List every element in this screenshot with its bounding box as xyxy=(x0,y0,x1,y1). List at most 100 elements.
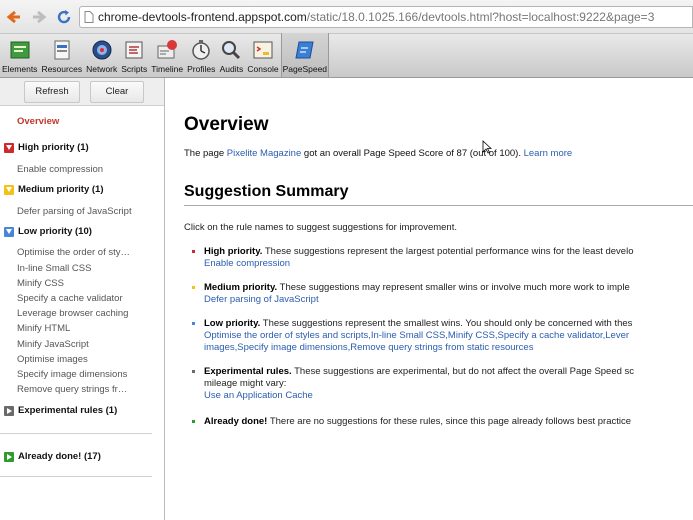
tab-network[interactable]: Network xyxy=(84,33,119,77)
profiles-icon xyxy=(192,40,210,60)
sidebar-item-low-3[interactable]: Specify a cache validator xyxy=(17,293,123,304)
audits-icon xyxy=(222,41,241,60)
pagespeed-icon xyxy=(295,41,314,59)
rule-high-text: These suggestions represent the largest … xyxy=(262,246,634,257)
sidebar-item-enable-compression[interactable]: Enable compression xyxy=(17,164,103,175)
bullet-icon xyxy=(192,250,195,253)
rule-experimental-link[interactable]: Use an Application Cache xyxy=(204,390,693,402)
rule-medium-head: Medium priority. xyxy=(204,282,278,293)
tab-network-label: Network xyxy=(86,64,118,74)
expand-right-icon xyxy=(4,451,14,462)
rule-low-links-2[interactable]: images,Specify image dimensions,Remove q… xyxy=(204,342,693,354)
expand-down-icon xyxy=(4,226,14,237)
rule-low-links-1[interactable]: Optimise the order of styles and scripts… xyxy=(204,330,693,342)
tab-console[interactable]: Console xyxy=(245,33,280,77)
tab-resources-label: Resources xyxy=(41,64,83,74)
url-path: /static/18.0.1025.166/devtools.html?host… xyxy=(306,9,655,24)
sidebar-divider xyxy=(0,476,152,477)
tab-pagespeed-label: PageSpeed xyxy=(282,64,328,74)
rule-done: Already done! There are no suggestions f… xyxy=(192,416,693,428)
sidebar-item-low-7[interactable]: Optimise images xyxy=(17,354,88,365)
page-icon xyxy=(84,10,94,23)
expand-right-icon xyxy=(4,405,14,416)
rule-high: High priority. These suggestions represe… xyxy=(192,246,693,270)
bullet-icon xyxy=(192,322,195,325)
sidebar-item-low-0[interactable]: Optimise the order of sty… xyxy=(17,247,130,258)
rule-low-text: These suggestions represent the smallest… xyxy=(260,318,633,329)
sidebar-group-done-label: Already done! (17) xyxy=(18,451,101,462)
sidebar-group-done[interactable]: Already done! (17) xyxy=(4,451,101,462)
sidebar-item-low-6[interactable]: Minify JavaScript xyxy=(17,339,89,350)
sidebar-item-low-9[interactable]: Remove query strings fr… xyxy=(17,384,127,395)
learn-more-link[interactable]: Learn more xyxy=(524,148,573,159)
sidebar-item-low-2[interactable]: Minify CSS xyxy=(17,278,64,289)
sidebar-item-overview[interactable]: Overview xyxy=(17,116,59,127)
sidebar-item-low-5[interactable]: Minify HTML xyxy=(17,323,70,334)
network-icon xyxy=(92,40,112,60)
url-host: chrome-devtools-frontend.appspot.com xyxy=(98,9,307,24)
rule-experimental-text: These suggestions are experimental, but … xyxy=(291,366,635,377)
sidebar-group-high[interactable]: High priority (1) xyxy=(4,142,89,153)
sidebar-group-experimental[interactable]: Experimental rules (1) xyxy=(4,405,117,416)
forward-arrow-icon xyxy=(33,10,47,23)
score-prefix: The page xyxy=(184,148,227,159)
sidebar-group-low[interactable]: Low priority (10) xyxy=(4,226,92,237)
sidebar-group-medium[interactable]: Medium priority (1) xyxy=(4,184,104,195)
rule-high-link[interactable]: Enable compression xyxy=(204,258,693,270)
console-icon xyxy=(253,41,273,59)
pagespeed-main-panel: Overview The page Pixelite Magazine got … xyxy=(166,78,693,520)
sidebar-group-high-label: High priority (1) xyxy=(18,142,89,153)
tab-resources[interactable]: Resources xyxy=(39,33,84,77)
expand-down-icon xyxy=(4,142,14,153)
tab-timeline-label: Timeline xyxy=(151,64,184,74)
rule-medium-text: These suggestions may represent smaller … xyxy=(277,282,630,293)
reload-icon xyxy=(57,9,71,23)
forward-button[interactable] xyxy=(28,6,50,28)
suggestion-summary-title: Suggestion Summary xyxy=(184,183,349,200)
clear-button[interactable]: Clear xyxy=(90,80,144,103)
mouse-cursor-icon xyxy=(482,140,492,154)
tab-audits[interactable]: Audits xyxy=(217,33,245,77)
tab-profiles-label: Profiles xyxy=(187,64,216,74)
elements-icon xyxy=(10,41,30,59)
rule-low-head: Low priority. xyxy=(204,318,261,329)
rule-medium: Medium priority. These suggestions may r… xyxy=(192,282,693,306)
tab-elements-label: Elements xyxy=(2,64,38,74)
sidebar-item-low-1[interactable]: In-line Small CSS xyxy=(17,263,91,274)
timeline-icon xyxy=(157,40,178,59)
page-title: Overview xyxy=(184,114,269,135)
url-input[interactable]: chrome-devtools-frontend.appspot.com/sta… xyxy=(79,5,693,28)
tab-scripts[interactable]: Scripts xyxy=(119,33,149,77)
sidebar-group-low-label: Low priority (10) xyxy=(18,226,92,237)
rule-low: Low priority. These suggestions represen… xyxy=(192,318,693,354)
resources-icon xyxy=(54,40,70,60)
tab-elements[interactable]: Elements xyxy=(0,33,39,77)
devtools-toolbar: Elements Resources Network Scripts Timel… xyxy=(0,33,693,78)
bullet-icon xyxy=(192,370,195,373)
expand-down-icon xyxy=(4,184,14,195)
rule-done-text: There are no suggestions for these rules… xyxy=(267,416,632,427)
browser-address-bar: chrome-devtools-frontend.appspot.com/sta… xyxy=(0,0,693,34)
tab-profiles[interactable]: Profiles xyxy=(185,33,217,77)
rule-experimental-text-2: mileage might vary: xyxy=(204,378,287,389)
reload-button[interactable] xyxy=(53,6,75,28)
rule-high-head: High priority. xyxy=(204,246,263,257)
sidebar-divider xyxy=(0,433,152,434)
sidebar-item-low-8[interactable]: Specify image dimensions xyxy=(17,369,127,380)
back-button[interactable] xyxy=(3,6,25,28)
score-summary: The page Pixelite Magazine got an overal… xyxy=(184,148,572,159)
sidebar-button-bar: Refresh Clear xyxy=(0,78,164,106)
sidebar-item-low-4[interactable]: Leverage browser caching xyxy=(17,308,128,319)
tab-timeline[interactable]: Timeline xyxy=(149,33,185,77)
page-link[interactable]: Pixelite Magazine xyxy=(227,148,301,159)
rule-experimental: Experimental rules. These suggestions ar… xyxy=(192,366,693,402)
sidebar-group-medium-label: Medium priority (1) xyxy=(18,184,104,195)
rule-medium-link[interactable]: Defer parsing of JavaScript xyxy=(204,294,693,306)
tab-pagespeed[interactable]: PageSpeed xyxy=(280,33,330,77)
refresh-button[interactable]: Refresh xyxy=(24,80,80,103)
rule-experimental-head: Experimental rules. xyxy=(204,366,292,377)
back-arrow-icon xyxy=(6,10,20,23)
rule-done-head: Already done! xyxy=(204,416,268,427)
pagespeed-sidebar: Refresh Clear Overview High priority (1)… xyxy=(0,78,165,520)
sidebar-item-defer-parsing[interactable]: Defer parsing of JavaScript xyxy=(17,206,132,217)
